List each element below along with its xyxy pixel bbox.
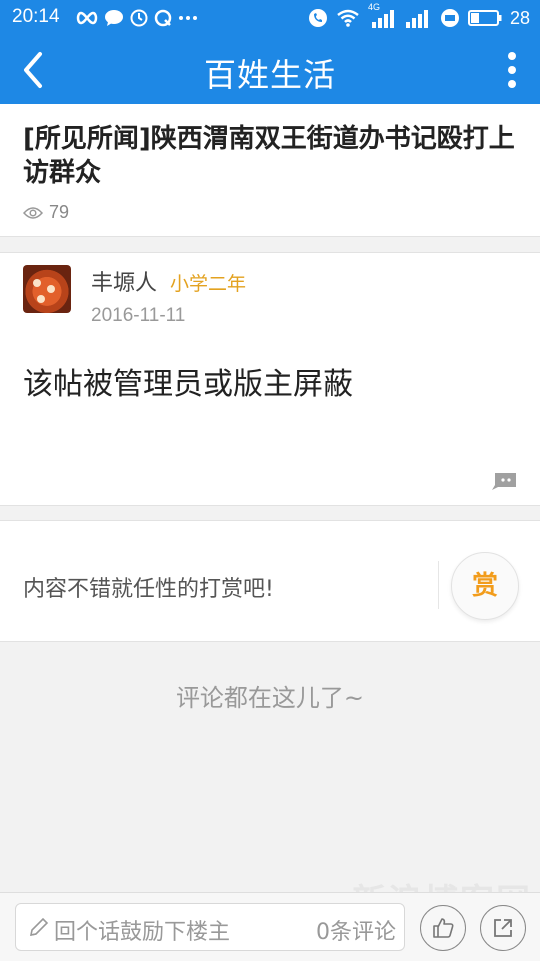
divider (438, 561, 439, 609)
pencil-icon (29, 917, 49, 937)
post-title: [所见所闻]陕西渭南双王街道办书记殴打上访群众 (23, 124, 515, 188)
thumbs-up-icon (433, 918, 454, 938)
hd-icon (440, 9, 459, 27)
view-count: 79 (23, 202, 69, 223)
page-title: 百姓生活 (203, 56, 336, 94)
post-card: 丰塬人 小学二年 2016-11-11 该帖被管理员或版主屏蔽 (0, 252, 540, 506)
view-count-value: 79 (49, 202, 70, 222)
comment-badge-button[interactable] (490, 471, 518, 491)
wifi-icon (337, 9, 359, 27)
cellular-4g: 4G (368, 2, 396, 28)
signal-icon-2 (405, 10, 428, 28)
author-name[interactable]: 丰塬人 (91, 265, 157, 297)
comment-count[interactable]: 0条评论 (316, 914, 396, 946)
phone-icon (308, 9, 327, 27)
battery-icon (467, 10, 502, 26)
status-time: 20:14 (12, 6, 60, 27)
bottom-action-bar: 回个话鼓励下楼主 0条评论 (0, 892, 540, 961)
author-avatar[interactable] (23, 265, 71, 313)
author-level: 小学二年 (170, 273, 247, 295)
q-app-icon (154, 9, 172, 27)
infinity-icon (76, 11, 98, 25)
like-button[interactable] (420, 905, 466, 951)
status-bar: 20:14 4G 28 (0, 0, 540, 36)
post-content: 该帖被管理员或版主屏蔽 (23, 367, 353, 402)
share-button[interactable] (480, 905, 526, 951)
system-icons: 4G 28 (308, 2, 530, 30)
reward-card: 内容不错就任性的打赏吧! 赏 (0, 520, 540, 642)
reward-button[interactable]: 赏 (451, 552, 519, 620)
comment-input[interactable]: 回个话鼓励下楼主 0条评论 (15, 903, 405, 951)
post-title-card: [所见所闻]陕西渭南双王街道办书记殴打上访群众 (0, 104, 540, 237)
more-menu-button[interactable] (502, 50, 522, 90)
chat-bubble-icon (105, 10, 123, 26)
battery-level: 28 (509, 7, 530, 28)
signal-icon (371, 10, 394, 28)
post-date: 2016-11-11 (91, 305, 186, 326)
comment-input-placeholder: 回个话鼓励下楼主 (54, 920, 231, 945)
more-vertical-icon (508, 52, 516, 88)
notification-icons (76, 8, 198, 28)
eye-icon (23, 206, 43, 219)
share-icon (494, 919, 512, 937)
reward-prompt: 内容不错就任性的打赏吧! (23, 577, 274, 602)
clock-icon (130, 9, 148, 27)
comment-bubble-icon (492, 473, 516, 490)
app-header: 百姓生活 (0, 36, 540, 104)
more-dots-icon (179, 16, 197, 20)
comments-empty-text: 评论都在这儿了~ (175, 684, 365, 712)
